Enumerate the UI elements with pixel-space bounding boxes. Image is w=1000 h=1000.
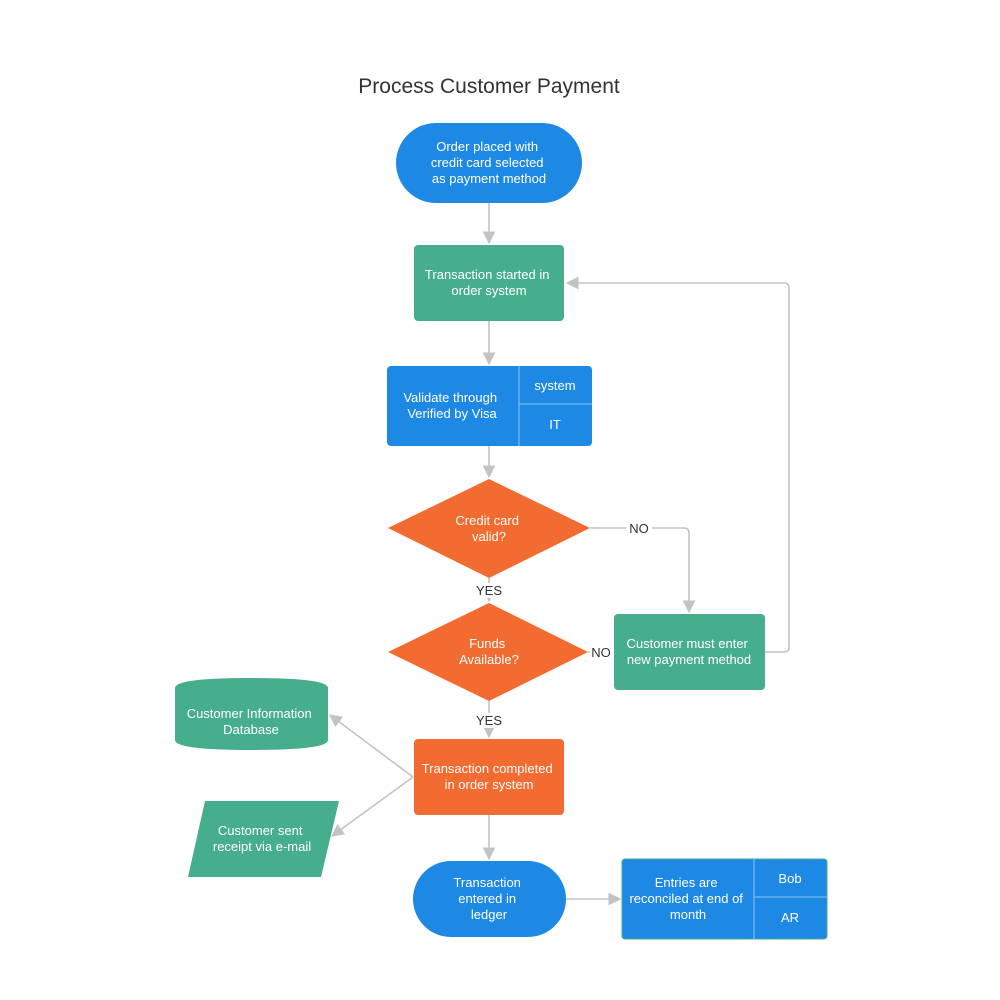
- node-new-payment-method[interactable]: Customer must enter new payment method: [614, 614, 765, 690]
- node-text-line: Transaction completed: [422, 761, 553, 776]
- node-text-line: Order placed with: [436, 139, 538, 154]
- svg-text:Customer must enter new: Customer must enter new payment method: [627, 636, 752, 667]
- node-receipt-email[interactable]: Customer sent receipt via e-mail: [188, 801, 339, 877]
- svg-text:Validate through Verifie: Validate through Verified by Visa: [403, 390, 500, 421]
- node-text-line: Transaction started in: [425, 267, 550, 282]
- node-text-line: Customer must enter: [627, 636, 749, 651]
- node-text-line: Credit card: [455, 513, 519, 528]
- node-text-line: credit card selected: [431, 155, 544, 170]
- node-text-line: as payment method: [432, 171, 546, 186]
- node-text-line: Customer sent: [218, 823, 303, 838]
- svg-text:Customer sent receipt vi: Customer sent receipt via e-mail: [213, 823, 311, 854]
- edge-ccvalid-to-newpayment[interactable]: [590, 527, 696, 614]
- node-entered-in-ledger[interactable]: Transaction entered in ledger: [413, 861, 566, 937]
- node-text-line: in order system: [445, 777, 534, 792]
- node-text-line: valid?: [472, 529, 506, 544]
- edge-completed-to-database[interactable]: [328, 714, 414, 778]
- edge-label-cc-yes: YES: [476, 583, 502, 598]
- node-text-line: receipt via e-mail: [213, 839, 311, 854]
- node-text-line: reconciled at end of: [629, 891, 743, 906]
- node-entries-reconciled[interactable]: Entries are reconciled at end of month B…: [621, 858, 828, 940]
- node-validate-visa[interactable]: Validate through Verified by Visa system…: [387, 366, 592, 446]
- edge-completed-to-receipt[interactable]: [330, 776, 414, 837]
- node-text-line: order system: [451, 283, 526, 298]
- node-customer-database[interactable]: Customer Information Database: [175, 678, 328, 750]
- edge-label-funds-yes: YES: [476, 713, 502, 728]
- node-funds-available[interactable]: Funds Available?: [388, 603, 588, 701]
- lane-owner: Bob: [778, 871, 801, 886]
- node-text-line: entered in: [458, 891, 516, 906]
- node-text-line: Validate through: [403, 390, 497, 405]
- lane-owner: system: [534, 378, 575, 393]
- edge-label-funds-no: NO: [591, 645, 611, 660]
- node-transaction-completed[interactable]: Transaction completed in order system: [414, 739, 564, 815]
- diagram-title: Process Customer Payment: [358, 75, 620, 98]
- node-text-line: Customer Information: [187, 706, 312, 721]
- node-text-line: Verified by Visa: [407, 406, 497, 421]
- lane-department: IT: [549, 417, 561, 432]
- svg-text:Order placed with credit: Order placed with credit card selected a…: [431, 139, 547, 186]
- edge-newpayment-to-started[interactable]: [565, 276, 790, 653]
- lane-department: AR: [781, 910, 799, 925]
- node-text-line: Funds: [469, 636, 506, 651]
- node-text-line: ledger: [471, 907, 508, 922]
- node-text-line: Database: [223, 722, 279, 737]
- node-text-line: Transaction: [453, 875, 520, 890]
- edge-label-cc-no: NO: [629, 521, 649, 536]
- flowchart: Process Customer Payment NO YES NO YES O…: [175, 75, 828, 940]
- node-text-line: month: [670, 907, 706, 922]
- node-text-line: Entries are: [655, 875, 718, 890]
- node-text-line: Available?: [459, 652, 519, 667]
- node-text-line: new payment method: [627, 652, 751, 667]
- node-order-placed[interactable]: Order placed with credit card selected a…: [396, 123, 582, 203]
- node-credit-card-valid[interactable]: Credit card valid?: [388, 479, 590, 578]
- node-transaction-started[interactable]: Transaction started in order system: [414, 245, 564, 321]
